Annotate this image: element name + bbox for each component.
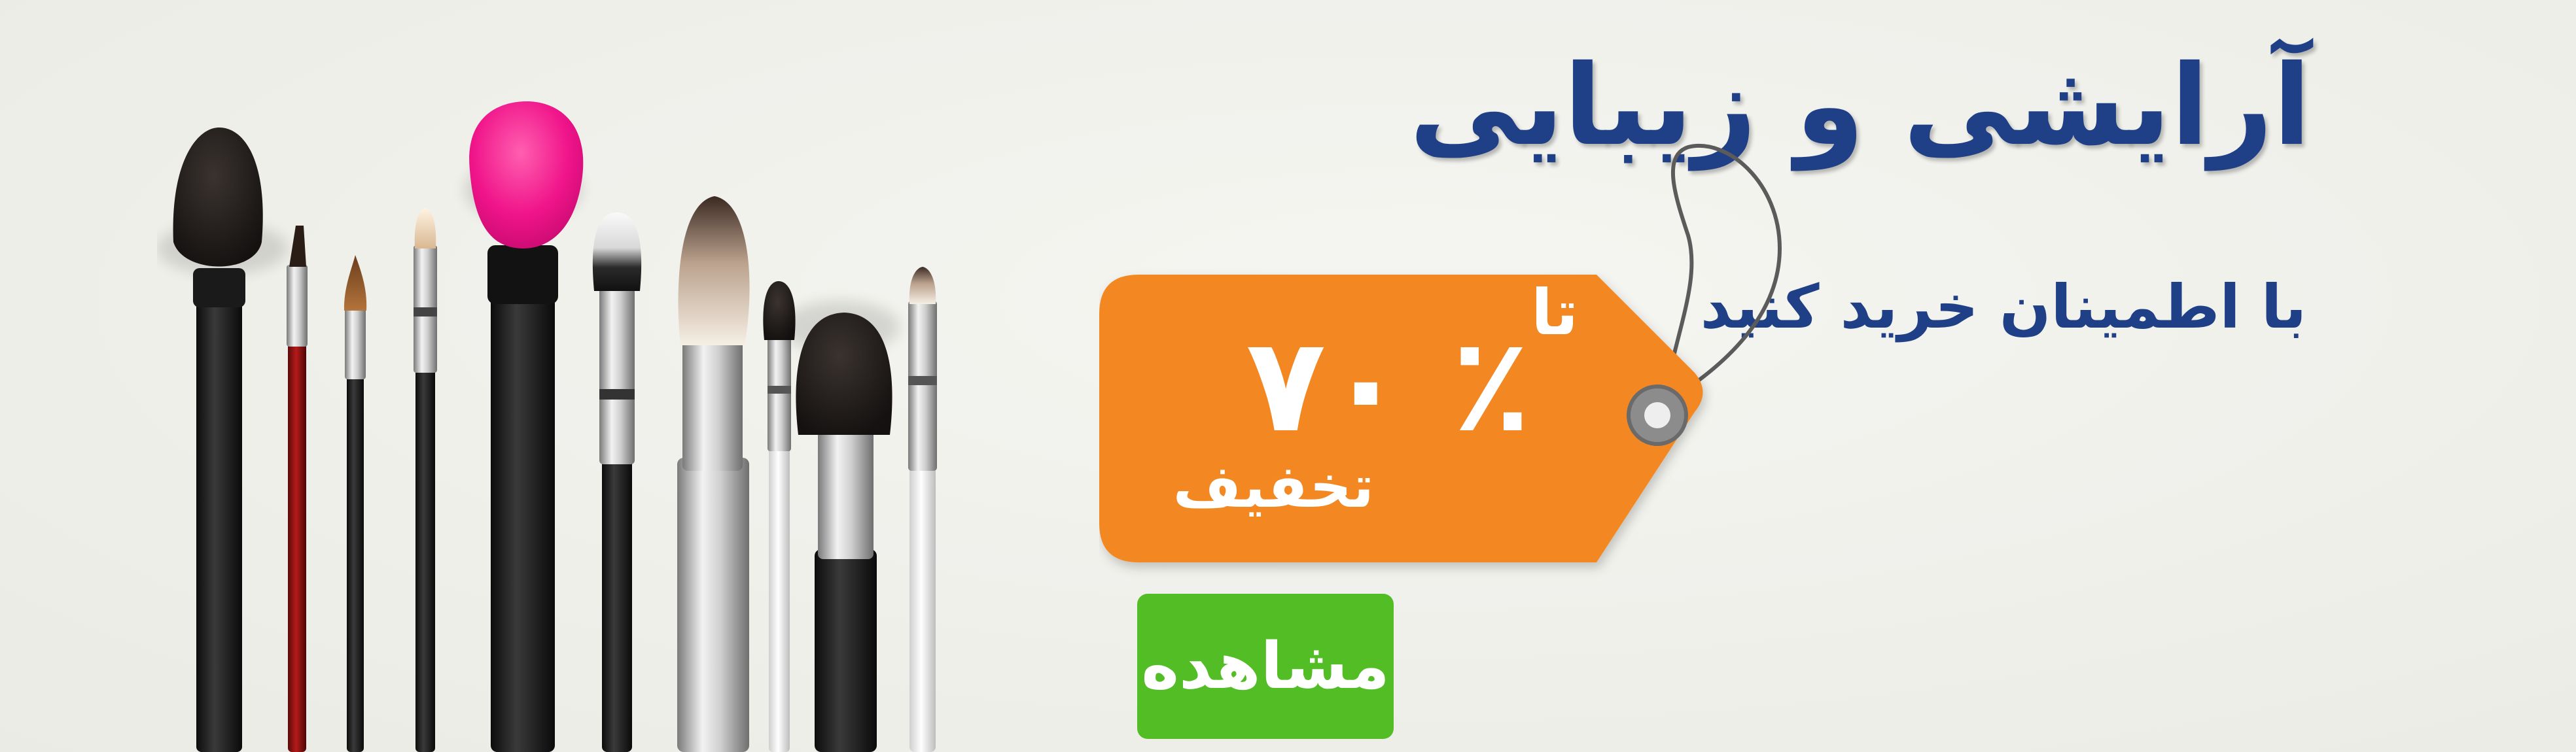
promo-banner[interactable]: آرایشی و زیبایی با اطمینان خرید کنید تا … [0,0,2576,752]
makeup-brushes-image [157,101,937,752]
discount-percent: ٪ ۷۰ [1246,309,1531,462]
view-button[interactable]: مشاهده [1137,594,1394,739]
discount-label: تخفیف [1173,453,1374,521]
tag-prefix-text: تا [1531,276,1579,349]
